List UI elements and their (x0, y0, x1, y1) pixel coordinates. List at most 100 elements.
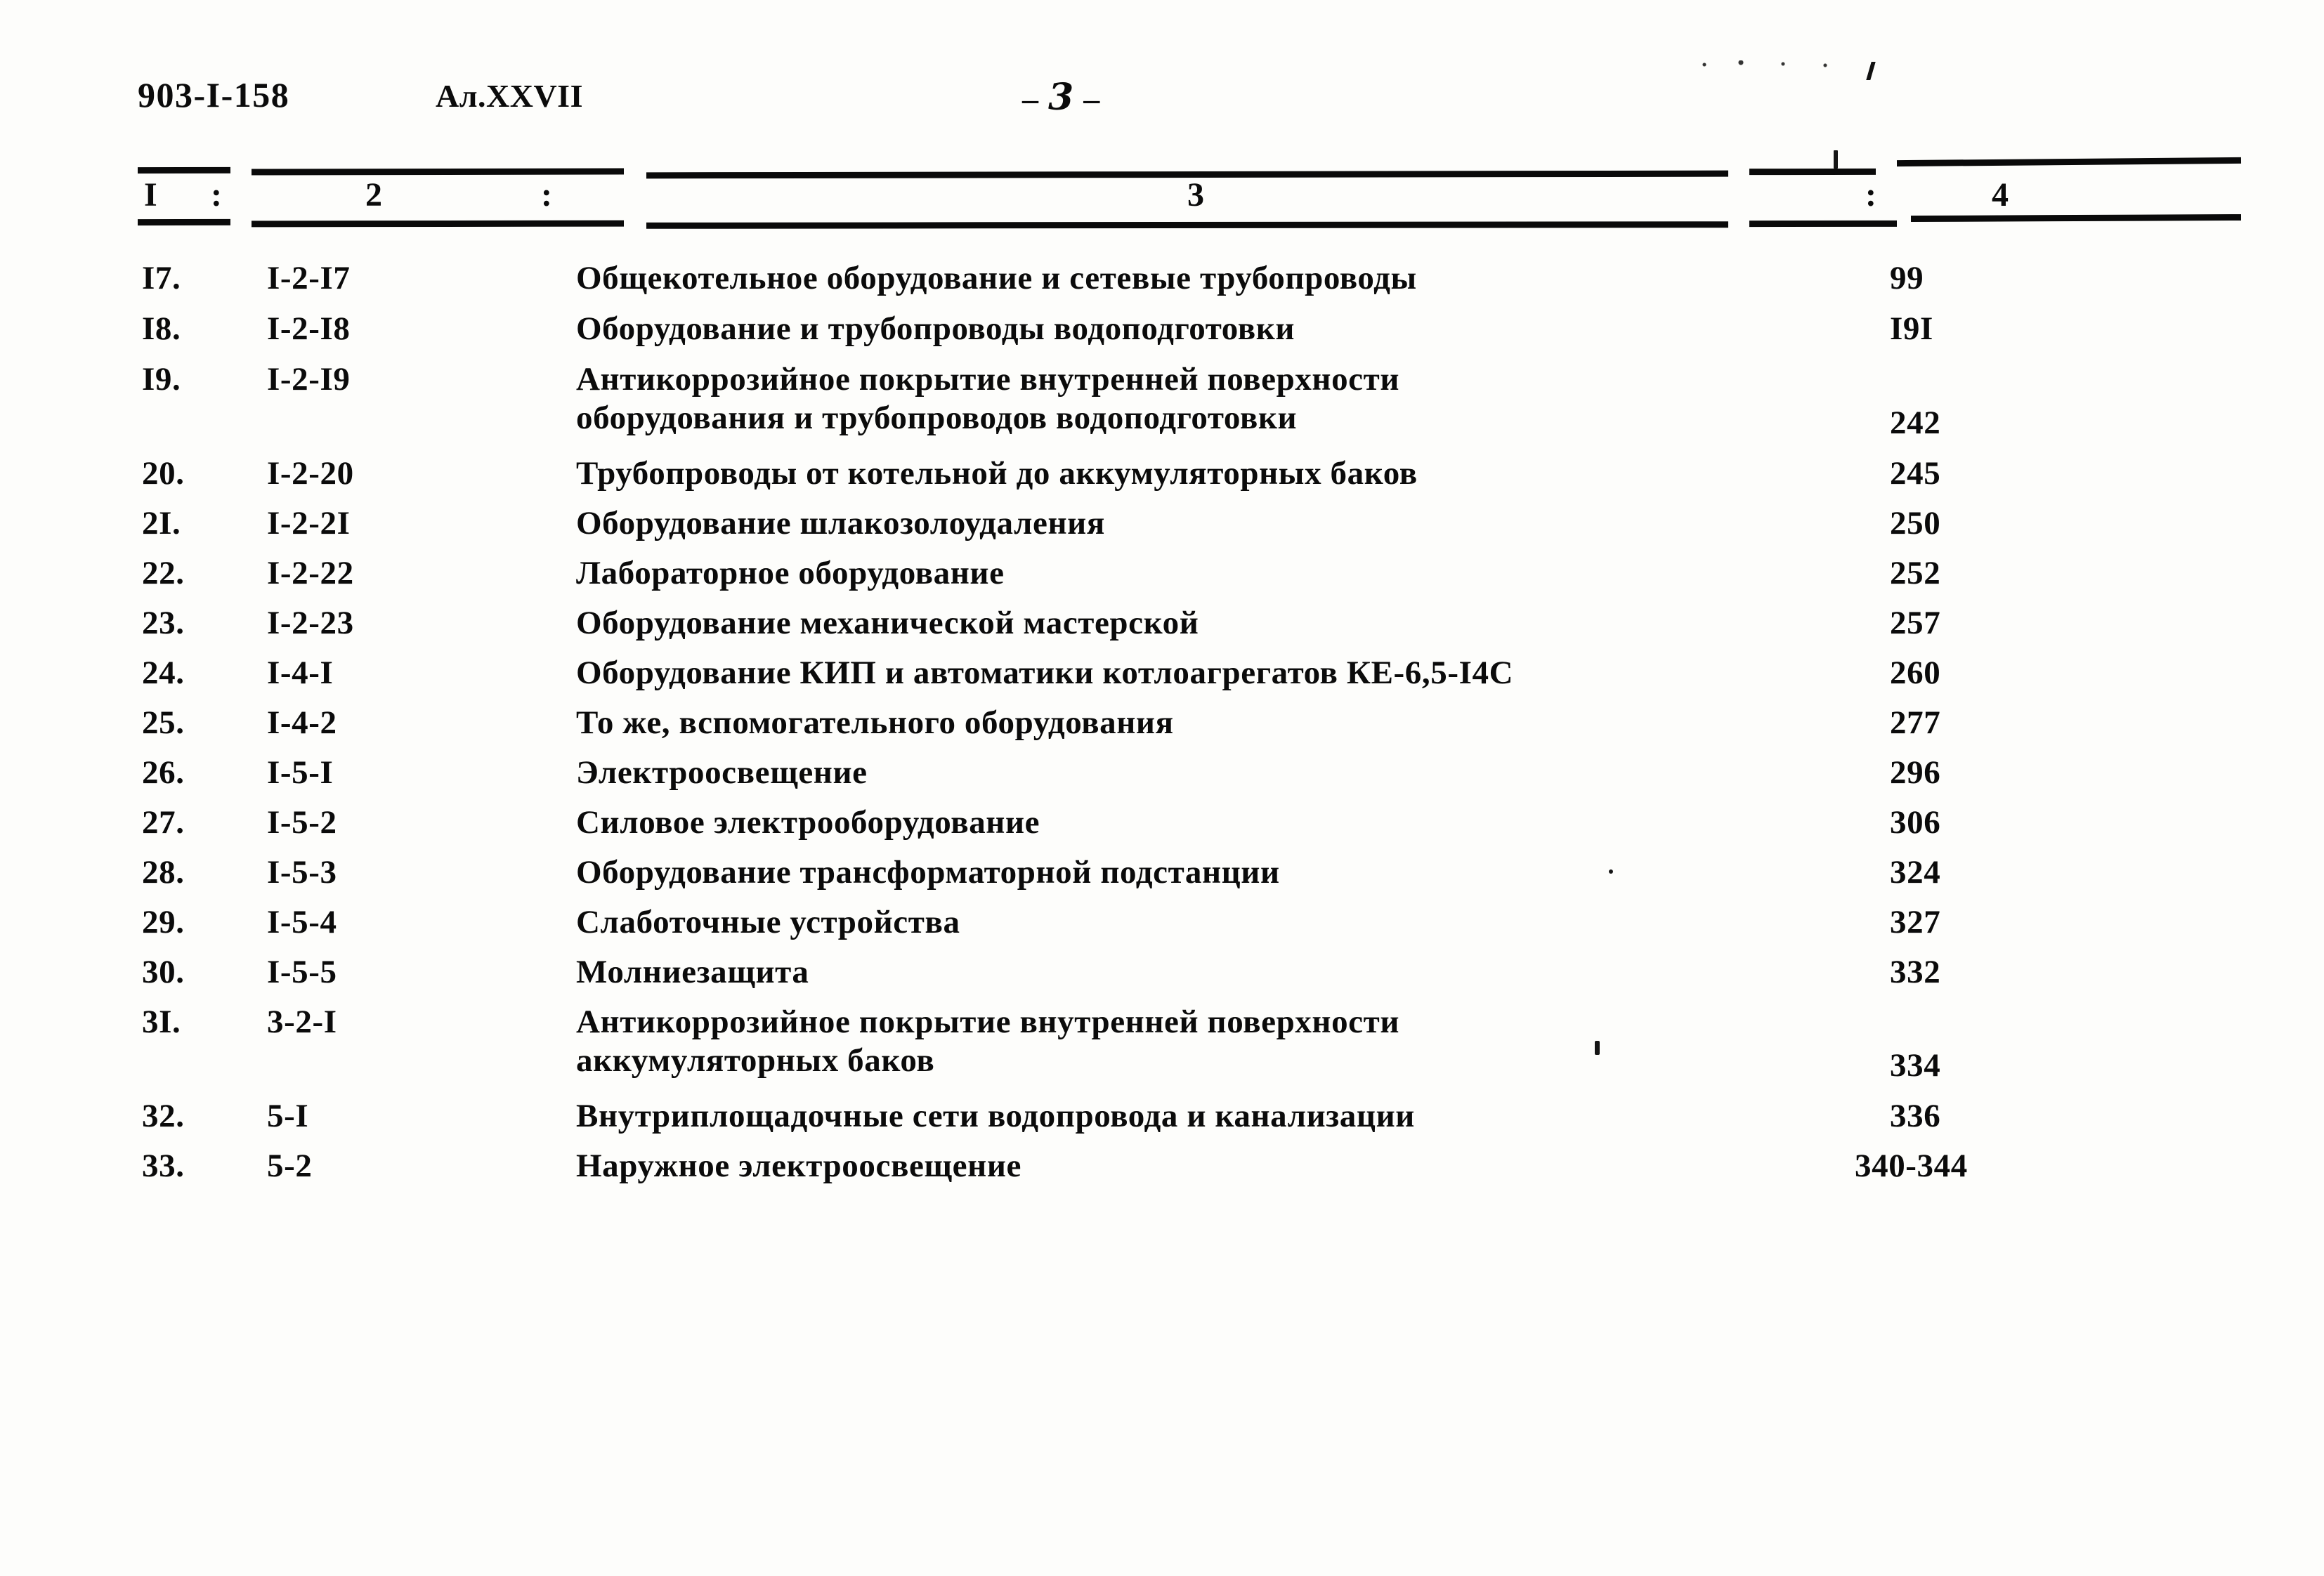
header-rule-bottom-seg1 (137, 218, 231, 226)
row-description: Молниезащита (576, 954, 809, 990)
row-description: Оборудование КИП и автоматики котлоагрег… (576, 655, 1514, 691)
row-code: I-5-2 (267, 804, 337, 841)
table-row: 3I. 3-2-I Антикоррозийное покрытие внутр… (0, 1005, 2324, 1099)
row-page: 250 (1890, 505, 1941, 541)
row-description: Наружное электроосвещение (576, 1148, 1021, 1184)
row-description-line-2: аккумуляторных баков (576, 1042, 935, 1079)
header-rule-top-seg5 (1896, 157, 2242, 167)
row-number: I9. (142, 361, 181, 398)
row-description-line-1: Антикоррозийное покрытие внутренней пове… (576, 361, 1400, 398)
column-number-1: I (144, 176, 157, 214)
row-number: 30. (142, 954, 185, 990)
table-row: 26. I-5-I Электроосвещение 296 (0, 756, 2324, 806)
table-row: 30. I-5-5 Молниезащита 332 (0, 955, 2324, 1005)
row-code: I-2-I9 (267, 361, 351, 398)
row-code: 5-2 (267, 1148, 313, 1184)
row-code: I-5-I (267, 754, 334, 791)
row-page: 324 (1890, 854, 1941, 891)
row-description: Оборудование шлакозолоудаления (576, 505, 1105, 541)
scan-smudge-mark (1700, 60, 1869, 70)
table-row: 2I. I-2-2I Оборудование шлакозолоудалени… (0, 506, 2324, 556)
row-number: 29. (142, 904, 185, 940)
row-code: I-2-I8 (267, 310, 351, 347)
scan-speck (1609, 869, 1613, 874)
table-row: 29. I-5-4 Слаботочные устройства 327 (0, 905, 2324, 955)
row-code: I-2-I7 (267, 260, 351, 296)
column-separator-3: : (1865, 176, 1876, 214)
row-number: 22. (142, 555, 185, 591)
table-row: 22. I-2-22 Лабораторное оборудование 252 (0, 556, 2324, 606)
row-description: Слаботочные устройства (576, 904, 960, 940)
row-description: Оборудование и трубопроводы водоподготов… (576, 310, 1295, 347)
column-number-4: 4 (1992, 176, 2009, 214)
row-code: I-2-2I (267, 505, 351, 541)
scan-tick-mark (1834, 150, 1838, 169)
row-code: I-2-23 (267, 605, 354, 641)
table-row: 33. 5-2 Наружное электроосвещение 340-34… (0, 1149, 2324, 1199)
column-number-2: 2 (365, 176, 382, 214)
header-rule-top-seg4 (1749, 168, 1876, 176)
folio-dash-right: – (1083, 81, 1110, 117)
row-code: I-5-3 (267, 854, 337, 891)
folio-number: 3 (1048, 76, 1084, 119)
row-number: 28. (142, 854, 185, 891)
row-page: 332 (1890, 954, 1941, 990)
table-row: I8. I-2-I8 Оборудование и трубопроводы в… (0, 312, 2324, 362)
row-description: Антикоррозийное покрытие внутренней пове… (576, 362, 1399, 435)
header-rule-top-seg1 (137, 166, 231, 174)
row-number: 26. (142, 754, 185, 791)
row-code: I-5-4 (267, 904, 337, 940)
row-number: 3I. (142, 1004, 181, 1040)
row-description: Общекотельное оборудование и сетевые тру… (576, 260, 1417, 296)
table-row: I9. I-2-I9 Антикоррозийное покрытие внут… (0, 362, 2324, 457)
row-number: 33. (142, 1148, 185, 1184)
row-description: Оборудование механической мастерской (576, 605, 1199, 641)
row-description: Электроосвещение (576, 754, 868, 791)
row-code: I-4-2 (267, 704, 337, 741)
album-code: Ал.XXVII (436, 78, 583, 114)
row-code: I-4-I (267, 655, 334, 691)
header-rule-bottom-seg2 (251, 220, 625, 228)
row-number: 2I. (142, 505, 181, 541)
row-number: 27. (142, 804, 185, 841)
row-number: 32. (142, 1098, 185, 1134)
row-code: 5-I (267, 1098, 309, 1134)
row-code: I-5-5 (267, 954, 337, 990)
row-page: 340-344 (1855, 1148, 1968, 1184)
row-description: Внутриплощадочные сети водопровода и кан… (576, 1098, 1415, 1134)
header-rule-bottom-seg4 (1749, 220, 1898, 228)
row-number: 24. (142, 655, 185, 691)
document-code: 903-I-158 (138, 75, 290, 114)
row-number: 23. (142, 605, 185, 641)
row-description: Оборудование трансформаторной подстанции (576, 854, 1280, 891)
row-page: 334 (1890, 1047, 1941, 1084)
row-page: 99 (1890, 260, 1924, 296)
row-page: 252 (1890, 555, 1941, 591)
row-code: I-2-20 (267, 455, 354, 492)
row-number: 20. (142, 455, 185, 492)
row-page: 277 (1890, 704, 1941, 741)
row-page: 257 (1890, 605, 1941, 641)
column-separator-1: : (211, 176, 222, 214)
table-row: 25. I-4-2 То же, вспомогательного оборуд… (0, 706, 2324, 756)
row-page: I9I (1890, 310, 1933, 347)
scanned-page: 903-I-158 Ал.XXVII –3– I : 2 : 3 : 4 I7.… (0, 0, 2324, 1576)
column-separator-2: : (541, 176, 552, 214)
table-row: 24. I-4-I Оборудование КИП и автоматики … (0, 656, 2324, 706)
table-row: 32. 5-I Внутриплощадочные сети водопрово… (0, 1099, 2324, 1149)
row-page: 336 (1890, 1098, 1941, 1134)
row-description-line-1: Антикоррозийное покрытие внутренней пове… (576, 1004, 1400, 1040)
row-page: 327 (1890, 904, 1941, 940)
table-row: 20. I-2-20 Трубопроводы от котельной до … (0, 457, 2324, 506)
header-rule-top-seg2 (251, 168, 625, 176)
scan-speck (1595, 1041, 1600, 1055)
row-page: 245 (1890, 455, 1941, 492)
row-number: I7. (142, 260, 181, 296)
row-page: 242 (1890, 405, 1941, 441)
header-rule-bottom-seg3 (646, 221, 1729, 229)
table-row: 28. I-5-3 Оборудование трансформаторной … (0, 855, 2324, 905)
row-description: Силовое электрооборудование (576, 804, 1040, 841)
row-description-line-2: оборудования и трубопроводов водоподгото… (576, 399, 1298, 436)
row-description: Лабораторное оборудование (576, 555, 1005, 591)
row-code: 3-2-I (267, 1004, 337, 1040)
